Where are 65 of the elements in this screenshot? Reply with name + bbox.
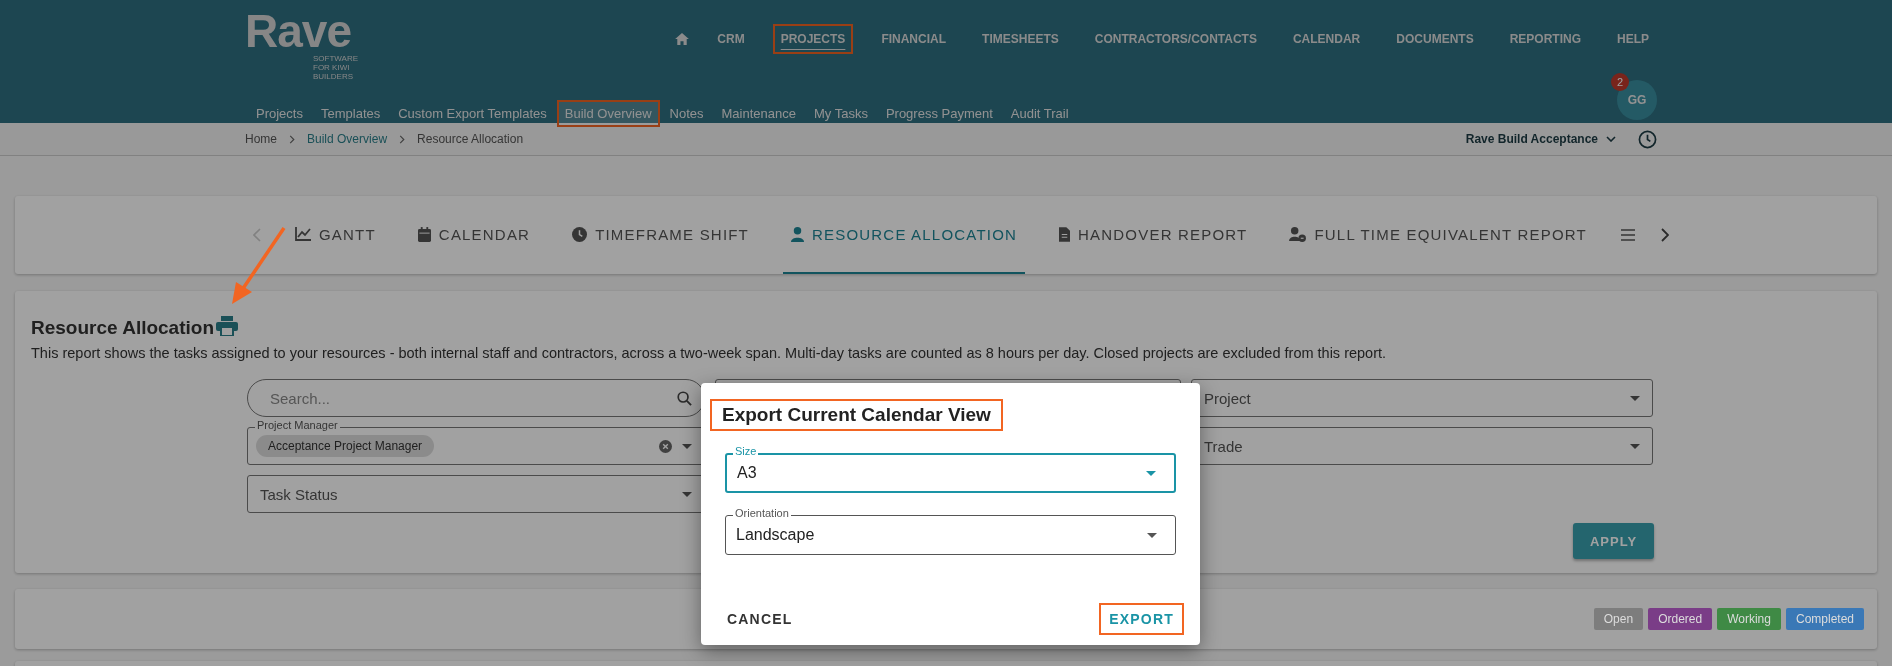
nav-link[interactable]: DOCUMENTS — [1388, 24, 1482, 54]
caret-icon — [1630, 443, 1640, 449]
view-tab[interactable]: GANTT — [287, 196, 384, 274]
caret-icon — [1146, 470, 1156, 476]
person-icon — [790, 226, 804, 242]
nav-link[interactable]: TIMESHEETS — [974, 24, 1067, 54]
status-legend-tag: Open — [1593, 608, 1644, 630]
chevron-right-icon — [399, 134, 406, 144]
nav-link[interactable]: CRM — [709, 24, 753, 54]
export-button[interactable]: EXPORT — [1099, 603, 1184, 635]
subnav-link[interactable]: Notes — [661, 100, 712, 127]
dropdown-field[interactable]: Project — [1191, 379, 1653, 417]
nav-link[interactable]: FINANCIAL — [873, 24, 955, 54]
nav-link[interactable]: PROJECTS — [772, 24, 854, 54]
field-label: Orientation — [733, 507, 791, 519]
apply-button[interactable]: APPLY — [1573, 523, 1654, 559]
caret-icon — [1630, 395, 1640, 401]
home-icon[interactable] — [675, 33, 690, 45]
subnav-link[interactable]: Progress Payment — [877, 100, 1001, 127]
nav-link[interactable]: CONTRACTORS/CONTACTS — [1086, 24, 1265, 54]
search-icon[interactable] — [677, 390, 692, 406]
cancel-button[interactable]: CANCEL — [717, 603, 803, 635]
view-tab[interactable]: FULL TIME EQUIVALENT REPORT — [1281, 196, 1595, 274]
subnav-link[interactable]: Projects — [248, 100, 311, 127]
view-tab[interactable]: RESOURCE ALLOCATION — [782, 196, 1026, 274]
subnav-link[interactable]: Templates — [312, 100, 389, 127]
report-description: This report shows the tasks assigned to your resources - both internal staff and contractors, across a two-week span. Multi-day tasks are counted as 8 hours per day. Closed projects are excluded from this report. — [31, 345, 1388, 361]
subnav-link[interactable]: Audit Trail — [1002, 100, 1077, 127]
view-tab[interactable]: HANDOVER REPORT — [1051, 196, 1256, 274]
chevron-right-icon[interactable] — [1660, 228, 1669, 242]
view-tab[interactable]: TIMEFRAME SHIFT — [564, 196, 757, 274]
subnav-link[interactable]: My Tasks — [805, 100, 876, 127]
logo[interactable]: Rave — [245, 8, 351, 54]
nav-link[interactable]: REPORTING — [1501, 24, 1589, 54]
report-title: Resource Allocation — [31, 317, 214, 339]
status-legend-tag: Ordered — [1648, 608, 1713, 630]
logo-tagline: SOFTWARE FOR KIWI BUILDERS — [313, 54, 360, 81]
document-icon — [1059, 226, 1071, 242]
dialog-title: Export Current Calendar View — [710, 399, 1003, 431]
caret-icon — [682, 491, 692, 497]
clear-icon[interactable] — [659, 439, 672, 453]
notification-badge: 2 — [1611, 73, 1629, 91]
field-label: Project Manager — [255, 419, 340, 431]
clock-icon — [572, 226, 588, 242]
calendar-icon — [417, 226, 431, 242]
caret-icon — [682, 443, 692, 449]
chevron-right-icon — [289, 134, 295, 144]
nav-link[interactable]: HELP — [1609, 24, 1657, 54]
workspace-dropdown[interactable]: Rave Build Acceptance — [1465, 132, 1616, 146]
caret-icon — [1147, 532, 1157, 538]
caret-icon — [1606, 136, 1616, 142]
status-legend-tag: Working — [1717, 608, 1781, 630]
history-icon[interactable] — [1638, 129, 1657, 149]
breadcrumb-link[interactable]: Home — [245, 132, 277, 146]
nav-link[interactable]: CALENDAR — [1284, 24, 1369, 54]
view-tab[interactable]: CALENDAR — [409, 196, 539, 274]
subnav-link[interactable]: Maintenance — [713, 100, 804, 127]
breadcrumb-link[interactable]: Resource Allocation — [417, 132, 524, 146]
status-legend-tag: Completed — [1785, 608, 1864, 630]
line-chart-icon — [295, 227, 311, 241]
breadcrumb-link[interactable]: Build Overview — [307, 132, 388, 146]
subnav-link[interactable]: Custom Export Templates — [390, 100, 555, 127]
menu-icon[interactable] — [1620, 229, 1635, 241]
field-label: Size — [733, 445, 759, 457]
printer-icon[interactable] — [216, 316, 238, 336]
